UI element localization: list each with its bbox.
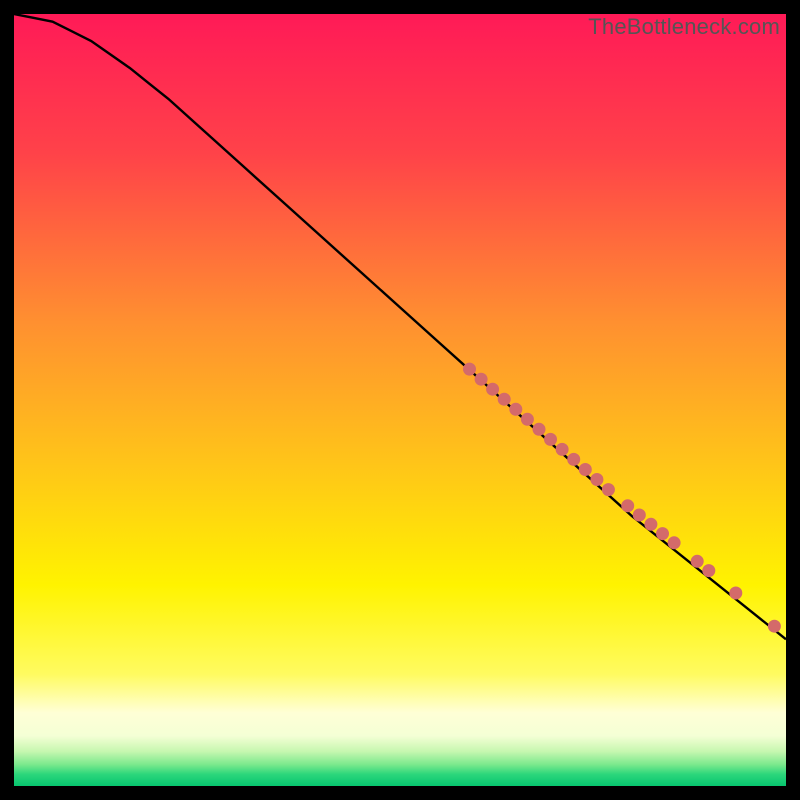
- chart-stage: TheBottleneck.com: [0, 0, 800, 800]
- watermark-label: TheBottleneck.com: [588, 14, 780, 40]
- data-point: [463, 363, 476, 376]
- data-point: [475, 373, 488, 386]
- data-point: [691, 555, 704, 568]
- data-point: [521, 413, 534, 426]
- data-point: [656, 527, 669, 540]
- chart-svg: [14, 14, 786, 786]
- data-point: [556, 443, 569, 456]
- data-point: [567, 453, 580, 466]
- data-point: [486, 383, 499, 396]
- data-point: [621, 499, 634, 512]
- data-point: [729, 587, 742, 600]
- plot-area: TheBottleneck.com: [14, 14, 786, 786]
- data-point: [602, 483, 615, 496]
- data-point: [702, 564, 715, 577]
- data-point: [533, 423, 546, 436]
- data-point: [768, 620, 781, 633]
- data-point: [590, 473, 603, 486]
- data-point: [509, 403, 522, 416]
- data-point: [498, 393, 511, 406]
- data-point: [633, 509, 646, 522]
- data-point: [544, 433, 557, 446]
- data-point: [668, 536, 681, 549]
- data-point: [579, 463, 592, 476]
- data-point: [644, 518, 657, 531]
